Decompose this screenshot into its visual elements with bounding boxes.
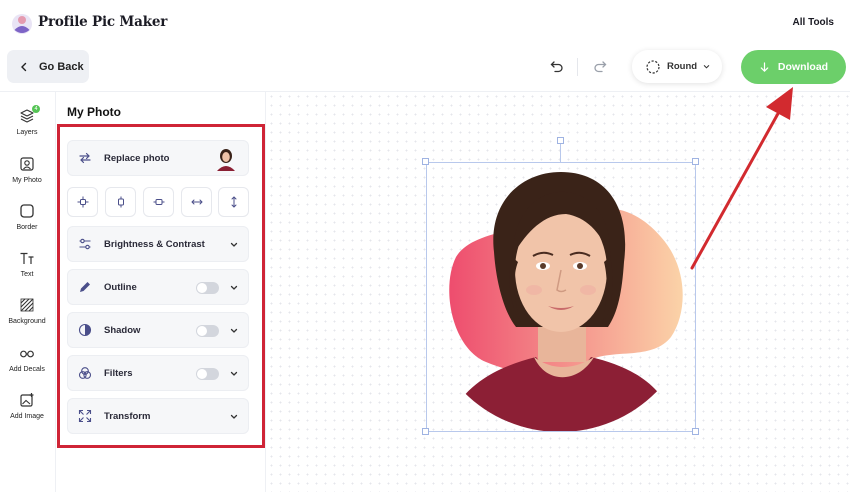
flip-vertical-icon xyxy=(231,196,236,208)
sliders-icon xyxy=(79,238,91,250)
chevron-down-icon xyxy=(230,242,238,247)
layers-count-badge: 4 xyxy=(32,105,40,113)
filters-toggle[interactable] xyxy=(196,368,219,380)
glasses-icon xyxy=(20,350,34,358)
panel-title: My Photo xyxy=(67,105,121,119)
replace-photo-label: Replace photo xyxy=(104,152,170,164)
resize-handle-bottom-left[interactable] xyxy=(422,428,429,435)
chevron-down-icon xyxy=(230,414,238,419)
rotate-handle[interactable] xyxy=(557,137,564,144)
rail-item-add-decals[interactable]: Add Decals xyxy=(0,345,54,373)
flip-horizontal-icon xyxy=(190,199,203,205)
app-title: Profile Pic Maker xyxy=(38,14,168,30)
rail-item-my-photo[interactable]: My Photo xyxy=(0,156,54,184)
chevron-down-icon xyxy=(230,328,238,333)
go-back-label: Go Back xyxy=(39,60,84,73)
rail-label: Add Image xyxy=(10,413,44,420)
download-arrow-icon xyxy=(760,61,769,72)
rotation-stem xyxy=(560,143,561,162)
filters-label: Filters xyxy=(104,367,133,379)
shape-select-button[interactable]: Round xyxy=(632,50,722,83)
filters-section[interactable]: Filters xyxy=(67,355,249,391)
pen-icon xyxy=(80,282,90,292)
brightness-contrast-label: Brightness & Contrast xyxy=(104,238,205,250)
outline-toggle[interactable] xyxy=(196,282,219,294)
my-photo-panel: My Photo Replace photo Brightness & Cont… xyxy=(56,92,266,492)
rail-label: My Photo xyxy=(12,177,42,184)
download-button[interactable]: Download xyxy=(741,50,846,84)
photo-thumbnail xyxy=(217,149,235,171)
brightness-contrast-section[interactable]: Brightness & Contrast xyxy=(67,226,249,262)
rail-label: Border xyxy=(16,224,38,231)
outline-label: Outline xyxy=(104,281,137,293)
align-horizontal-icon xyxy=(153,199,164,205)
chevron-down-icon xyxy=(230,285,238,290)
rail-item-add-image[interactable]: Add Image xyxy=(0,392,54,420)
toolbar-divider xyxy=(577,58,578,76)
border-icon xyxy=(20,204,34,218)
rail-item-layers[interactable]: 4 Layers xyxy=(0,105,54,136)
photo-icon xyxy=(20,157,34,171)
annotation-arrow xyxy=(690,87,793,270)
profile-pic-maker-page: Profile Pic Maker All Tools Go Back Roun… xyxy=(0,0,850,492)
rail-label: Layers xyxy=(16,129,38,136)
filters-icon xyxy=(78,367,92,379)
top-bar: Profile Pic Maker All Tools xyxy=(0,0,850,46)
transform-section[interactable]: Transform xyxy=(67,398,249,434)
go-back-button[interactable]: Go Back xyxy=(7,50,89,83)
undo-icon[interactable] xyxy=(550,59,564,73)
align-center-button[interactable] xyxy=(67,187,98,217)
chevron-left-icon xyxy=(21,62,27,71)
rail-label: Add Decals xyxy=(9,366,45,373)
flip-vertical-button[interactable] xyxy=(218,187,249,217)
all-tools-link[interactable]: All Tools xyxy=(793,17,834,28)
align-horizontal-button[interactable] xyxy=(143,187,174,217)
rail-label: Text xyxy=(20,271,34,278)
swap-icon xyxy=(79,152,91,164)
rail-item-text[interactable]: Text xyxy=(0,250,54,278)
shadow-icon xyxy=(78,323,92,337)
download-label: Download xyxy=(777,61,829,73)
rail-label: Background xyxy=(8,318,46,325)
shadow-label: Shadow xyxy=(104,324,141,336)
logo-icon xyxy=(12,14,32,34)
chevron-down-icon xyxy=(703,65,710,69)
transform-icon xyxy=(78,409,92,423)
add-image-icon xyxy=(20,393,34,407)
rail-item-background[interactable]: Background xyxy=(0,297,54,325)
left-rail: 4 Layers My Photo Border Text Background… xyxy=(0,92,56,492)
outline-section[interactable]: Outline xyxy=(67,269,249,305)
redo-icon[interactable] xyxy=(593,59,607,73)
flip-horizontal-button[interactable] xyxy=(181,187,212,217)
replace-photo-button[interactable]: Replace photo xyxy=(67,140,249,176)
dashed-circle-icon xyxy=(646,59,660,74)
align-vertical-icon xyxy=(117,196,124,208)
shape-select-label: Round xyxy=(667,61,698,72)
selection-box xyxy=(426,162,696,432)
chevron-down-icon xyxy=(230,371,238,376)
alignment-buttons xyxy=(67,187,249,217)
shadow-toggle[interactable] xyxy=(196,325,219,337)
shadow-section[interactable]: Shadow xyxy=(67,312,249,348)
background-icon xyxy=(20,298,34,312)
align-center-icon xyxy=(77,196,88,208)
transform-label: Transform xyxy=(104,410,151,422)
align-vertical-button[interactable] xyxy=(105,187,136,217)
resize-handle-bottom-right[interactable] xyxy=(692,428,699,435)
text-icon xyxy=(20,252,34,264)
rail-item-border[interactable]: Border xyxy=(0,203,54,231)
resize-handle-top-left[interactable] xyxy=(422,158,429,165)
